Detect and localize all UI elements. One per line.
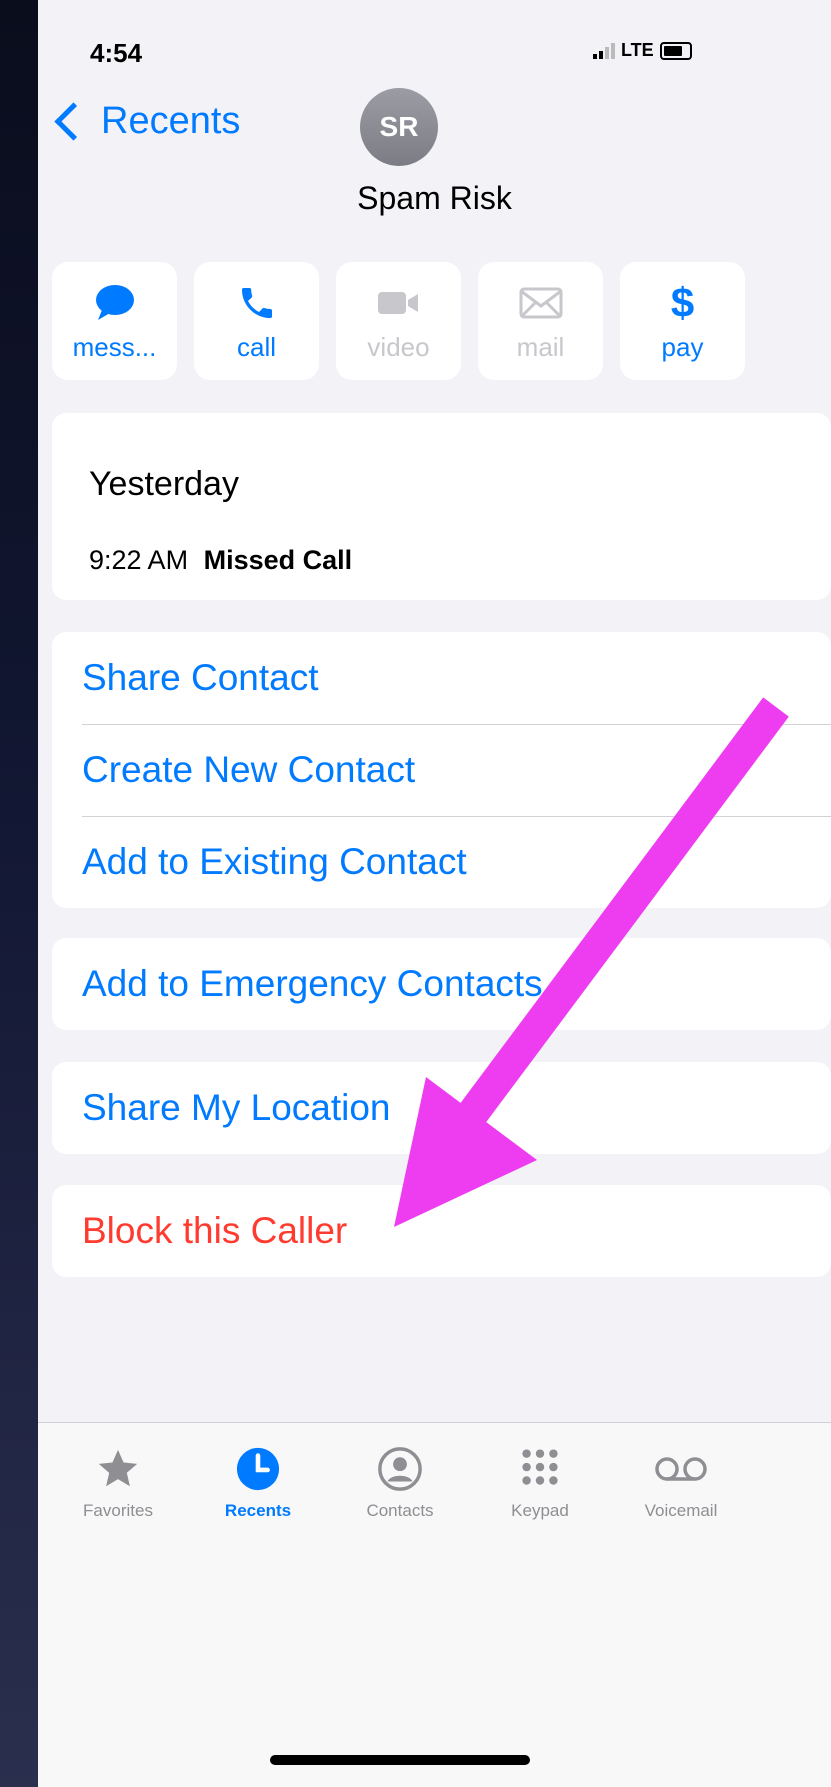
network-type: LTE [621, 40, 654, 60]
mail-label: mail [516, 331, 565, 362]
tab-recents-label: Recents [224, 1501, 292, 1520]
tab-voicemail[interactable]: Voicemail [611, 1445, 751, 1521]
tab-bar: Favorites Recents Contacts Keypad Voicem… [38, 1422, 831, 1787]
pay-label: pay [661, 331, 704, 362]
status-time: 4:54 [90, 38, 143, 68]
tab-keypad-label: Keypad [511, 1501, 569, 1520]
tab-keypad[interactable]: Keypad [470, 1445, 610, 1521]
contact-name: Spam Risk [357, 180, 512, 216]
back-label: Recents [101, 100, 241, 142]
video-label: video [367, 331, 430, 362]
contact-options-group: Share Contact Create New Contact Add to … [52, 632, 831, 908]
status-bar: 4:54 LTE [38, 0, 831, 90]
location-group: Share My Location [52, 1062, 831, 1154]
avatar[interactable]: SR [360, 88, 438, 166]
person-icon [330, 1445, 470, 1493]
create-new-contact-button[interactable]: Create New Contact [52, 724, 831, 816]
chevron-left-icon [54, 102, 93, 141]
call-history-card: Yesterday 9:22 AM Missed Call [52, 413, 831, 600]
block-group: Block this Caller [52, 1185, 831, 1277]
share-my-location-button[interactable]: Share My Location [52, 1062, 831, 1154]
tab-favorites[interactable]: Favorites [48, 1445, 188, 1521]
call-button[interactable]: call [194, 262, 319, 380]
dollar-icon: $ [670, 278, 695, 326]
emergency-group: Add to Emergency Contacts [52, 938, 831, 1030]
pay-button[interactable]: $ pay [620, 262, 745, 380]
quick-actions: mess... call video mail $ pay [52, 262, 745, 380]
video-button[interactable]: video [336, 262, 461, 380]
back-button[interactable]: Recents [52, 100, 240, 143]
keypad-icon [470, 1445, 610, 1493]
tab-contacts-label: Contacts [366, 1501, 434, 1520]
tab-contacts[interactable]: Contacts [330, 1445, 470, 1521]
phone-screen: 4:54 LTE Recents SR Spam Risk mess... ca… [38, 0, 831, 1787]
call-entry: 9:22 AM Missed Call [89, 545, 352, 576]
mail-button[interactable]: mail [478, 262, 603, 380]
clock-icon [188, 1445, 328, 1493]
voicemail-icon [611, 1445, 751, 1493]
status-indicators: LTE [593, 40, 692, 61]
home-indicator [270, 1755, 530, 1765]
mail-icon [519, 280, 563, 326]
star-icon [48, 1445, 188, 1493]
battery-icon [659, 41, 692, 60]
call-status: Missed Call [203, 545, 353, 575]
message-icon [92, 280, 138, 326]
block-this-caller-button[interactable]: Block this Caller [52, 1185, 831, 1277]
avatar-initials: SR [379, 111, 419, 142]
message-button[interactable]: mess... [52, 262, 177, 380]
tab-voicemail-label: Voicemail [644, 1501, 718, 1520]
tab-favorites-label: Favorites [83, 1501, 153, 1520]
tab-recents[interactable]: Recents [188, 1445, 328, 1521]
call-time: 9:22 AM [89, 545, 189, 575]
add-to-existing-contact-button[interactable]: Add to Existing Contact [52, 816, 831, 908]
signal-icon [593, 42, 615, 59]
call-label: call [236, 331, 276, 362]
share-contact-button[interactable]: Share Contact [52, 632, 831, 724]
call-date: Yesterday [89, 465, 239, 503]
add-to-emergency-contacts-button[interactable]: Add to Emergency Contacts [52, 938, 831, 1030]
video-icon [376, 280, 422, 326]
message-label: mess... [72, 331, 157, 362]
phone-icon [237, 280, 277, 326]
